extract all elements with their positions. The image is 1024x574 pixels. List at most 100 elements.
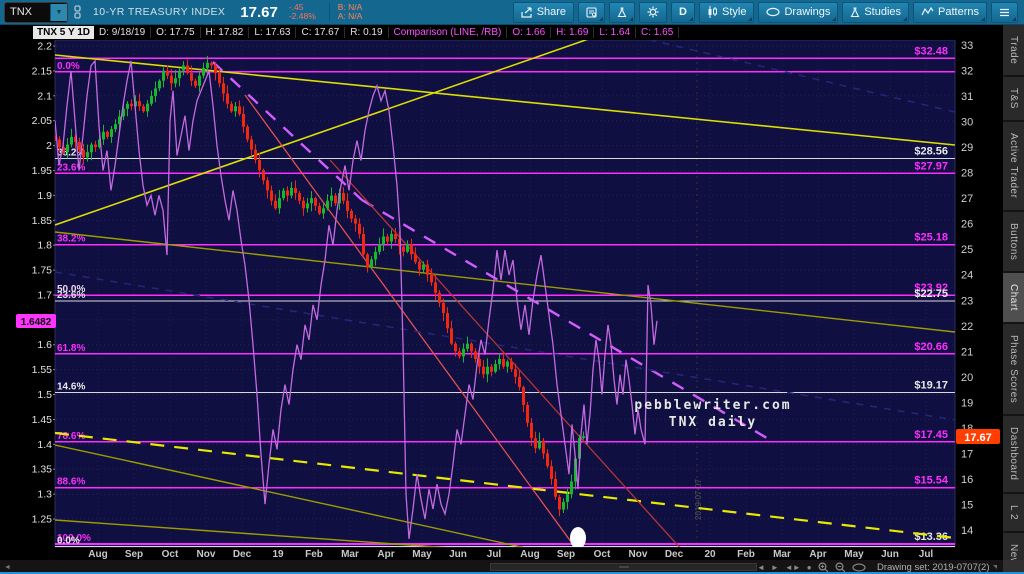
time-axis-label: Mar bbox=[341, 549, 359, 560]
right-axis-tick: 22 bbox=[961, 321, 973, 333]
fib-percent-label: 23.6% bbox=[57, 162, 85, 173]
symbol-dropdown-button[interactable]: ▼ bbox=[50, 4, 67, 21]
comparison-label[interactable]: Comparison (LINE, /RB) bbox=[389, 27, 508, 38]
change-percent: -2.48% bbox=[289, 12, 316, 21]
time-axis-label: Aug bbox=[88, 549, 107, 560]
settings-button[interactable] bbox=[639, 2, 667, 23]
chart-canvas[interactable]: 2019-07-07$32.480.0%38.2%$28.5623.6%$27.… bbox=[0, 40, 1003, 560]
time-axis-label: 19 bbox=[272, 549, 284, 560]
pan-right-icon[interactable]: ► bbox=[771, 563, 779, 572]
time-axis-label: Apr bbox=[809, 549, 826, 560]
time-axis-label: Nov bbox=[629, 549, 648, 560]
tab-t-s[interactable]: T&S bbox=[1003, 77, 1024, 122]
horizontal-scrollbar[interactable] bbox=[490, 563, 757, 571]
pan-left-icon[interactable]: ◄ bbox=[757, 563, 765, 572]
time-axis-label: Nov bbox=[197, 549, 216, 560]
plot-area[interactable] bbox=[55, 40, 955, 547]
dropdown-corner-icon bbox=[629, 17, 633, 21]
analysis-flask-button[interactable] bbox=[609, 2, 635, 23]
left-axis-tick: 1.95 bbox=[32, 165, 53, 177]
link-icon[interactable] bbox=[73, 5, 82, 19]
gear-icon bbox=[647, 6, 659, 18]
time-axis-label: Sep bbox=[557, 549, 575, 560]
fib-percent-label: 0.0% bbox=[57, 61, 80, 72]
time-axis-label: May bbox=[844, 549, 864, 560]
left-axis-tick: 1.55 bbox=[32, 364, 53, 376]
time-axis-label: Dec bbox=[233, 549, 252, 560]
scroll-left-icon[interactable]: ◄ bbox=[0, 564, 15, 571]
ellipse-marker-drawing[interactable] bbox=[570, 527, 586, 549]
drawings-button[interactable]: Drawings bbox=[758, 2, 838, 23]
left-axis-tick: 1.6 bbox=[37, 339, 52, 351]
time-axis-label: Sep bbox=[125, 549, 143, 560]
top-toolbar: TNX ▼ 10-YR TREASURY INDEX 17.67 -.45 -2… bbox=[0, 0, 1024, 25]
time-axis-label: Feb bbox=[305, 549, 323, 560]
symbol-description: 10-YR TREASURY INDEX bbox=[93, 6, 225, 18]
zoom-in-icon[interactable] bbox=[818, 562, 829, 573]
dropdown-corner-icon bbox=[903, 17, 907, 21]
zoom-out-icon[interactable] bbox=[835, 562, 846, 573]
header-high: H: 17.82 bbox=[201, 27, 250, 38]
left-axis-tick: 1.75 bbox=[32, 265, 53, 277]
candlestick-icon bbox=[707, 6, 718, 18]
fib-price-label: $19.17 bbox=[914, 380, 948, 392]
right-axis-tick: 15 bbox=[961, 499, 973, 511]
last-price: 17.67 bbox=[240, 4, 278, 21]
chart-header: TNX 5 Y 1D D: 9/18/19 O: 17.75 H: 17.82 … bbox=[0, 25, 1024, 40]
svg-text:TNX daily: TNX daily bbox=[669, 415, 757, 430]
tab-l-2[interactable]: L 2 bbox=[1003, 494, 1024, 533]
auto-scale-icon[interactable]: ● bbox=[807, 563, 812, 572]
time-axis-label: 20 bbox=[704, 549, 716, 560]
dropdown-corner-icon bbox=[1012, 17, 1016, 21]
quick-note-button[interactable] bbox=[578, 2, 605, 23]
flask-icon bbox=[850, 7, 860, 18]
time-axis-label: Oct bbox=[594, 549, 611, 560]
symbol-text[interactable]: TNX bbox=[5, 6, 50, 18]
right-tab-strip: TradeT&SActive TraderButtonsChartPhase S… bbox=[1002, 25, 1024, 574]
dropdown-corner-icon bbox=[748, 17, 752, 21]
style-button[interactable]: Style bbox=[699, 2, 754, 23]
fib-price-label: $32.48 bbox=[914, 45, 948, 57]
price-change: -.45 -2.48% bbox=[289, 3, 316, 21]
flask-icon bbox=[617, 7, 627, 18]
header-open: O: 17.75 bbox=[151, 27, 200, 38]
timeframe-button[interactable]: D bbox=[671, 2, 695, 23]
share-button[interactable]: Share bbox=[513, 2, 574, 23]
right-axis-tick: 21 bbox=[961, 346, 973, 358]
tab-phase-scores[interactable]: Phase Scores bbox=[1003, 324, 1024, 416]
menu-icon bbox=[999, 8, 1010, 17]
tab-active-trader[interactable]: Active Trader bbox=[1003, 122, 1024, 211]
svg-text:pebblewriter.com: pebblewriter.com bbox=[634, 398, 791, 413]
comparison-high: H: 1.69 bbox=[551, 27, 594, 38]
expand-horizontal-icon[interactable]: ◄► bbox=[785, 563, 801, 572]
left-axis-tick: 2 bbox=[46, 140, 52, 152]
chart-symbol-period[interactable]: TNX 5 Y 1D bbox=[33, 26, 94, 39]
header-range: R: 0.19 bbox=[345, 27, 388, 38]
tab-buttons[interactable]: Buttons bbox=[1003, 212, 1024, 273]
left-axis-tick: 2.1 bbox=[37, 90, 52, 102]
menu-button[interactable] bbox=[991, 2, 1018, 23]
comparison-low: L: 1.64 bbox=[594, 27, 636, 38]
header-low: L: 17.63 bbox=[249, 27, 296, 38]
time-axis-label: Mar bbox=[773, 549, 791, 560]
header-date: D: 9/18/19 bbox=[94, 27, 151, 38]
left-axis-tick: 2.15 bbox=[32, 65, 53, 77]
marquee-ellipse-icon[interactable] bbox=[852, 563, 866, 572]
right-axis-tick: 24 bbox=[961, 270, 973, 282]
fib-price-label: $20.66 bbox=[914, 341, 948, 353]
ellipse-icon bbox=[766, 7, 780, 17]
patterns-button[interactable]: Patterns bbox=[913, 2, 987, 23]
tab-trade[interactable]: Trade bbox=[1003, 25, 1024, 77]
symbol-input[interactable]: TNX ▼ bbox=[4, 2, 68, 23]
left-axis-tick: 1.3 bbox=[37, 489, 52, 501]
fib-percent-label: 14.6% bbox=[57, 382, 85, 393]
fib-price-label: $27.97 bbox=[914, 160, 948, 172]
tab-dashboard[interactable]: Dashboard bbox=[1003, 416, 1024, 493]
left-axis-tick: 1.25 bbox=[32, 514, 53, 526]
dropdown-corner-icon bbox=[981, 17, 985, 21]
pattern-wave-icon bbox=[921, 7, 934, 17]
time-axis-label: Jun bbox=[449, 549, 467, 560]
time-axis-label: Jul bbox=[919, 549, 934, 560]
tab-chart[interactable]: Chart bbox=[1003, 273, 1024, 324]
studies-button[interactable]: Studies bbox=[842, 2, 909, 23]
